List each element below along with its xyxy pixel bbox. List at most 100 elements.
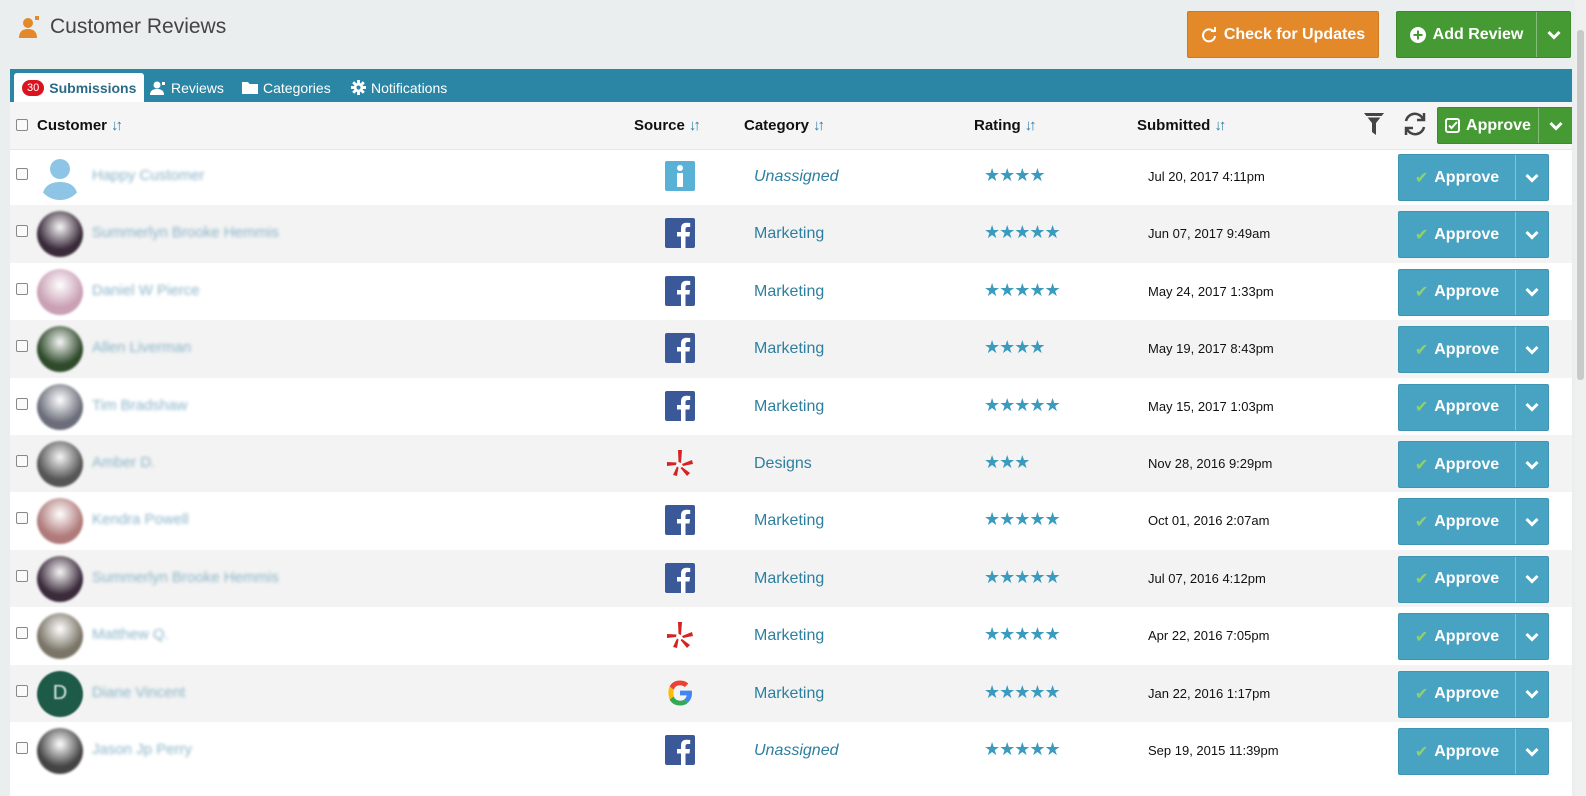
star-rating: ★★★★★	[984, 394, 1061, 415]
scrollbar-thumb[interactable]	[1577, 30, 1584, 380]
google-icon	[668, 680, 692, 706]
customer-name[interactable]: Diane Vincent	[92, 684, 185, 701]
customer-reviews-icon	[19, 16, 39, 38]
facebook-icon	[665, 505, 695, 536]
approve-button[interactable]: ✔ Approve	[1399, 327, 1515, 372]
approve-dropdown-toggle[interactable]	[1515, 212, 1548, 258]
chevron-down-icon	[1525, 575, 1539, 584]
category-link[interactable]: Marketing	[754, 685, 824, 703]
approve-dropdown-toggle[interactable]	[1515, 327, 1548, 373]
row-select-checkbox[interactable]	[16, 569, 28, 582]
customer-name[interactable]: Daniel W Pierce	[92, 282, 200, 299]
approve-button[interactable]: ✔ Approve	[1399, 155, 1515, 200]
refresh-icon[interactable]	[1402, 110, 1428, 138]
facebook-icon	[665, 735, 695, 765]
category-link[interactable]: Designs	[754, 455, 812, 473]
row-select-checkbox[interactable]	[16, 512, 28, 525]
row-select-checkbox[interactable]	[16, 742, 28, 754]
approve-button[interactable]: ✔ Approve	[1399, 212, 1515, 257]
approve-button[interactable]: ✔ Approve	[1399, 270, 1515, 315]
category-link[interactable]: Marketing	[754, 570, 824, 588]
chevron-down-icon	[1525, 288, 1539, 297]
column-submitted-label: Submitted	[1137, 117, 1211, 134]
folder-icon	[242, 82, 258, 94]
customer-name[interactable]: Happy Customer	[92, 167, 205, 184]
avatar	[37, 326, 83, 373]
approve-button[interactable]: ✔ Approve	[1399, 499, 1515, 544]
column-customer[interactable]: Customer ↓↑	[37, 117, 123, 134]
tab-notifications[interactable]: Notifications	[343, 73, 455, 102]
column-rating[interactable]: Rating ↓↑	[974, 117, 1037, 134]
approve-selected-button[interactable]: Approve	[1438, 108, 1538, 143]
approve-dropdown-toggle[interactable]	[1515, 442, 1548, 487]
customer-name[interactable]: Tim Bradshaw	[92, 397, 187, 414]
category-link[interactable]: Marketing	[754, 225, 824, 243]
tab-submissions[interactable]: 30 Submissions	[14, 73, 145, 102]
approve-button[interactable]: ✔ Approve	[1399, 442, 1515, 487]
approve-dropdown-toggle[interactable]	[1515, 729, 1548, 774]
customer-name[interactable]: Jason Jp Perry	[92, 741, 192, 758]
chevron-down-icon	[1548, 121, 1563, 131]
column-submitted[interactable]: Submitted ↓↑	[1137, 117, 1226, 134]
check-for-updates-button[interactable]: Check for Updates	[1187, 11, 1379, 58]
approve-dropdown-toggle[interactable]	[1515, 499, 1548, 545]
facebook-icon	[665, 390, 695, 421]
approve-dropdown-toggle[interactable]	[1515, 614, 1548, 660]
row-select-checkbox[interactable]	[16, 397, 28, 410]
approve-button[interactable]: ✔ Approve	[1399, 557, 1515, 602]
yelp-icon	[667, 450, 693, 476]
row-select-checkbox[interactable]	[16, 340, 28, 353]
star-rating: ★★★★★	[984, 509, 1061, 530]
approve-dropdown-toggle[interactable]	[1515, 155, 1548, 200]
customer-name[interactable]: Summerlyn Brooke Hemmis	[92, 224, 279, 241]
approve-button-group: ✔ Approve	[1398, 154, 1549, 201]
customer-name[interactable]: Kendra Powell	[92, 511, 189, 528]
add-review-button-group: Add Review	[1396, 11, 1571, 58]
select-all-checkbox[interactable]	[16, 119, 28, 131]
customer-name[interactable]: Amber D.	[92, 454, 155, 471]
approve-selected-dropdown-toggle[interactable]	[1538, 108, 1572, 143]
sort-icon: ↓↑	[813, 117, 825, 134]
customer-name[interactable]: Allen Liverman	[92, 339, 191, 356]
category-link[interactable]: Unassigned	[754, 168, 839, 186]
approve-dropdown-toggle[interactable]	[1515, 556, 1548, 602]
approve-dropdown-toggle[interactable]	[1515, 671, 1548, 717]
category-link[interactable]: Marketing	[754, 340, 824, 358]
category-link[interactable]: Unassigned	[754, 742, 839, 760]
row-select-checkbox[interactable]	[16, 627, 28, 640]
chevron-down-icon	[1525, 403, 1539, 412]
filter-icon[interactable]	[1362, 110, 1386, 138]
approve-label: Approve	[1434, 340, 1500, 358]
tab-reviews[interactable]: Reviews	[142, 73, 232, 102]
submitted-date: Jan 22, 2016 1:17pm	[1148, 685, 1271, 701]
row-select-checkbox[interactable]	[16, 282, 28, 295]
category-link[interactable]: Marketing	[754, 283, 824, 301]
tab-categories[interactable]: Categories	[234, 73, 339, 102]
category-link[interactable]: Marketing	[754, 627, 824, 645]
customer-name[interactable]: Matthew Q.	[92, 626, 169, 643]
row-select-checkbox[interactable]	[16, 455, 28, 467]
approve-button[interactable]: ✔ Approve	[1399, 672, 1515, 717]
approve-label: Approve	[1434, 685, 1500, 703]
row-select-checkbox[interactable]	[16, 684, 28, 697]
avatar	[37, 268, 83, 315]
approve-button[interactable]: ✔ Approve	[1399, 614, 1515, 659]
row-select-checkbox[interactable]	[16, 225, 28, 238]
approve-dropdown-toggle[interactable]	[1515, 384, 1548, 430]
column-source[interactable]: Source ↓↑	[634, 117, 701, 134]
check-icon: ✔	[1414, 456, 1429, 474]
approve-button[interactable]: ✔ Approve	[1399, 729, 1515, 774]
star-rating: ★★★★★	[984, 624, 1061, 645]
column-category[interactable]: Category ↓↑	[744, 117, 825, 134]
customer-name[interactable]: Summerlyn Brooke Hemmis	[92, 569, 279, 586]
submitted-date: Sep 19, 2015 11:39pm	[1148, 743, 1279, 758]
approve-dropdown-toggle[interactable]	[1515, 269, 1548, 315]
chevron-down-icon	[1525, 230, 1539, 240]
row-select-checkbox[interactable]	[16, 168, 28, 180]
approve-button[interactable]: ✔ Approve	[1399, 385, 1515, 430]
table-row: Matthew Q. Marketing ★★★★★ Apr 22, 2016 7:0…	[10, 607, 1572, 664]
add-review-dropdown-toggle[interactable]	[1536, 12, 1570, 57]
category-link[interactable]: Marketing	[754, 512, 824, 530]
category-link[interactable]: Marketing	[754, 398, 824, 416]
add-review-button[interactable]: Add Review	[1397, 12, 1536, 57]
